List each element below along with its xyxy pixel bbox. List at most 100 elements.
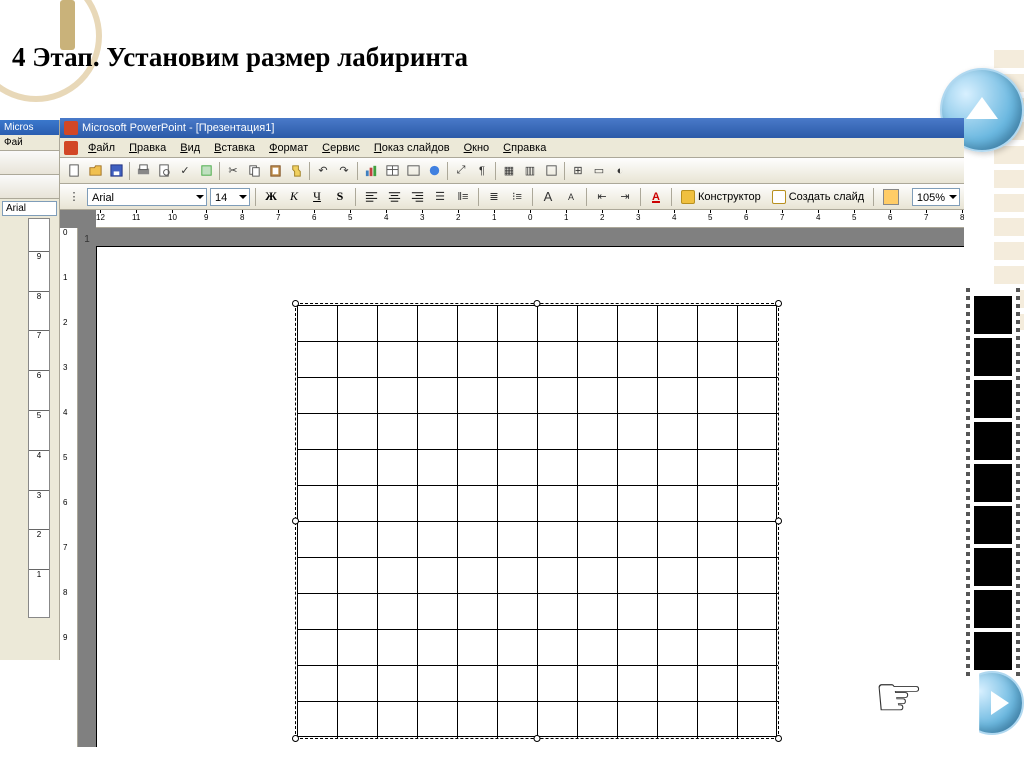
expand-icon[interactable]: ⤢ <box>451 161 471 181</box>
menu-format[interactable]: Формат <box>263 140 314 156</box>
film-frame <box>974 548 1012 586</box>
nav-next-button[interactable] <box>960 671 1024 735</box>
pp-ruler-horizontal: 1211109876543210123456745678 <box>96 210 964 228</box>
powerpoint-icon <box>64 121 78 135</box>
open-icon[interactable] <box>85 161 105 181</box>
word-screenshot-sliver: Micros Фай Arial 9 8 7 6 5 4 3 2 1 <box>0 120 60 660</box>
handle-tr[interactable] <box>775 300 782 307</box>
slide-number: 1 <box>80 234 94 245</box>
italic-button[interactable]: К <box>284 187 304 207</box>
new-slide-icon <box>772 190 786 204</box>
bold-button[interactable]: Ж <box>261 187 281 207</box>
pp-title-text: Microsoft PowerPoint - [Презентация1] <box>82 122 274 134</box>
insert-table-icon[interactable] <box>382 161 402 181</box>
font-size-combo[interactable]: 14 <box>210 188 250 206</box>
grip-icon: ⋮ <box>64 187 84 207</box>
word-ruler-vertical: 9 8 7 6 5 4 3 2 1 <box>28 218 50 618</box>
copy-icon[interactable] <box>244 161 264 181</box>
font-name-combo[interactable]: Arial <box>87 188 207 206</box>
font-color-icon[interactable]: A <box>646 187 666 207</box>
film-frame <box>974 422 1012 460</box>
hand-pointer-icon: ☞ <box>874 669 924 725</box>
research-icon[interactable] <box>196 161 216 181</box>
handle-br[interactable] <box>775 735 782 742</box>
zoom-combo[interactable]: 105% <box>912 188 960 206</box>
word-toolbar-2 <box>0 175 59 199</box>
maze-grid-table[interactable] <box>297 305 777 737</box>
word-menu: Фай <box>0 135 59 151</box>
handle-bm[interactable] <box>534 735 541 742</box>
menu-edit[interactable]: Правка <box>123 140 172 156</box>
slide-sorter-icon[interactable]: ⊞ <box>568 161 588 181</box>
preview-icon[interactable] <box>154 161 174 181</box>
color-swatch[interactable] <box>883 189 899 205</box>
word-font-combo: Arial <box>2 201 57 216</box>
guides-icon[interactable]: ▥ <box>520 161 540 181</box>
line-spacing-icon[interactable]: ‖≡ <box>453 187 473 207</box>
arrow-up-icon <box>966 97 998 119</box>
color-icon[interactable] <box>541 161 561 181</box>
increase-indent-icon[interactable]: ⇥ <box>615 187 635 207</box>
menu-help[interactable]: Справка <box>497 140 552 156</box>
hyperlink-icon[interactable] <box>424 161 444 181</box>
pp-menubar: Файл Правка Вид Вставка Формат Сервис По… <box>60 138 964 158</box>
decrease-indent-icon[interactable]: ⇤ <box>592 187 612 207</box>
filmstrip <box>966 288 1020 678</box>
pp-slide-area: 1 <box>78 228 964 747</box>
normal-view-icon[interactable]: ▭ <box>589 161 609 181</box>
slide-background: 4 Этап. Установим размер лабиринта Micro… <box>0 0 1024 767</box>
shadow-button[interactable]: S <box>330 187 350 207</box>
spell-icon[interactable]: ✓ <box>175 161 195 181</box>
handle-tl[interactable] <box>292 300 299 307</box>
menu-slideshow[interactable]: Показ слайдов <box>368 140 456 156</box>
redo-icon[interactable]: ↷ <box>334 161 354 181</box>
handle-bl[interactable] <box>292 735 299 742</box>
new-slide-button[interactable]: Создать слайд <box>768 187 868 207</box>
undo-icon[interactable]: ↶ <box>313 161 333 181</box>
handle-tm[interactable] <box>534 300 541 307</box>
paste-icon[interactable] <box>265 161 285 181</box>
film-frame <box>974 296 1012 334</box>
grid-icon[interactable]: ▦ <box>499 161 519 181</box>
film-frame <box>974 590 1012 628</box>
menu-window[interactable]: Окно <box>458 140 496 156</box>
menu-file[interactable]: Файл <box>82 140 121 156</box>
bullets-icon[interactable]: ⁝≡ <box>507 187 527 207</box>
increase-font-icon[interactable]: A <box>538 187 558 207</box>
bw-icon[interactable]: ◐ <box>610 161 630 181</box>
powerpoint-screenshot: Microsoft PowerPoint - [Презентация1] Фа… <box>60 118 964 747</box>
menu-tools[interactable]: Сервис <box>316 140 366 156</box>
show-all-icon[interactable]: ¶ <box>472 161 492 181</box>
menu-view[interactable]: Вид <box>174 140 206 156</box>
align-right-icon[interactable] <box>407 187 427 207</box>
numbering-icon[interactable]: ≣ <box>484 187 504 207</box>
designer-button[interactable]: Конструктор <box>677 187 765 207</box>
cut-icon[interactable]: ✂ <box>223 161 243 181</box>
save-icon[interactable] <box>106 161 126 181</box>
handle-ml[interactable] <box>292 518 299 525</box>
underline-button[interactable]: Ч <box>307 187 327 207</box>
new-doc-icon[interactable] <box>64 161 84 181</box>
insert-chart-icon[interactable] <box>361 161 381 181</box>
print-icon[interactable] <box>133 161 153 181</box>
pp-doc-icon <box>64 141 78 155</box>
pp-ruler-vertical: 0123456789 <box>60 228 78 747</box>
align-left-icon[interactable] <box>361 187 381 207</box>
menu-insert[interactable]: Вставка <box>208 140 261 156</box>
designer-icon <box>681 190 695 204</box>
film-frame <box>974 506 1012 544</box>
pp-standard-toolbar: ✓ ✂ ↶ ↷ ⤢ ¶ ▦ ▥ ⊞ ▭ ◐ <box>60 158 964 184</box>
align-center-icon[interactable] <box>384 187 404 207</box>
film-frame <box>974 338 1012 376</box>
handle-mr[interactable] <box>775 518 782 525</box>
format-painter-icon[interactable] <box>286 161 306 181</box>
distribute-icon[interactable]: ☰ <box>430 187 450 207</box>
decrease-font-icon[interactable]: A <box>561 187 581 207</box>
film-frame <box>974 380 1012 418</box>
pp-titlebar: Microsoft PowerPoint - [Презентация1] <box>60 118 964 138</box>
pp-workspace: 0123456789 1 <box>60 228 964 747</box>
pp-slide-canvas[interactable] <box>96 246 964 747</box>
tables-borders-icon[interactable] <box>403 161 423 181</box>
word-titlebar: Micros <box>0 120 59 135</box>
film-frame <box>974 464 1012 502</box>
